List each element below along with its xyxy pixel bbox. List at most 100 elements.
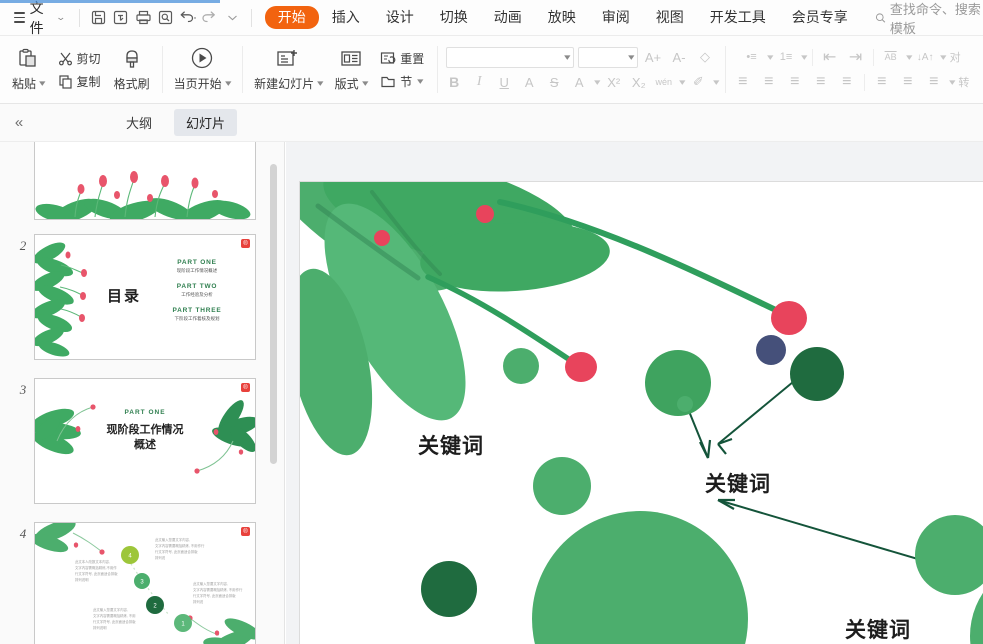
- numbering-icon[interactable]: 1≡: [774, 47, 798, 68]
- slide-artwork: [300, 182, 983, 644]
- menu-divider: [79, 8, 80, 27]
- copy-button[interactable]: 复制: [53, 71, 106, 92]
- increase-indent-icon[interactable]: ⇥: [844, 47, 868, 68]
- justify-icon[interactable]: ≡: [809, 72, 833, 93]
- superscript-icon[interactable]: X²: [603, 72, 625, 93]
- align-left-icon[interactable]: ≡: [731, 72, 755, 93]
- start-from-current-button[interactable]: 当页开始 ▾: [168, 44, 237, 95]
- slide-thumbnail-body[interactable]: ®: [34, 378, 256, 504]
- chevron-down-icon[interactable]: ▾: [906, 52, 912, 63]
- tab-transition[interactable]: 切换: [427, 6, 481, 29]
- copy-label: 复制: [76, 74, 101, 89]
- paste-button[interactable]: 粘贴 ▾: [6, 44, 51, 95]
- tab-start[interactable]: 开始: [264, 6, 319, 29]
- phonetic-guide-icon[interactable]: wén: [653, 72, 675, 93]
- search-box[interactable]: 查找命令、搜索模板: [875, 0, 983, 37]
- distribute-icon[interactable]: ≡: [835, 72, 859, 93]
- tab-slideshow[interactable]: 放映: [535, 6, 589, 29]
- bullets-icon[interactable]: •≡: [740, 47, 764, 68]
- menu-bar: 文件 ⌄ 开始 插入 设计 切换 动画 放映 审阅 视图 开发工具 会员专享 查…: [0, 0, 983, 36]
- clear-format-icon[interactable]: ◇: [694, 47, 716, 68]
- slide-thumbnail-2[interactable]: 2 ® 目录 PART ONE 现阶段工作情况概述 PART TWO 工作经验及…: [12, 234, 280, 360]
- chevron-down-icon[interactable]: ▾: [713, 77, 719, 88]
- chevron-down-icon[interactable]: ▾: [594, 77, 600, 88]
- convert-to-smartart-label[interactable]: 转: [956, 72, 971, 93]
- reset-button[interactable]: 重置: [375, 48, 429, 69]
- chevron-down-icon[interactable]: ▾: [801, 52, 807, 63]
- grow-font-icon[interactable]: A+: [642, 47, 664, 68]
- slide-thumbnail-3[interactable]: 3 ® PART ONE 现阶段工作情况 概述: [12, 378, 280, 504]
- chevron-down-icon[interactable]: ▾: [949, 77, 955, 88]
- tab-outline[interactable]: 大纲: [114, 109, 164, 136]
- svg-text:排列说明: 排列说明: [93, 625, 107, 630]
- strikethrough-icon[interactable]: S: [543, 72, 565, 93]
- keyword-label-1[interactable]: 关键词: [418, 430, 484, 460]
- tab-view[interactable]: 视图: [643, 6, 697, 29]
- save-icon[interactable]: [87, 5, 109, 31]
- tab-member-exclusive[interactable]: 会员专享: [779, 6, 861, 29]
- print-icon[interactable]: [132, 5, 154, 31]
- print-preview-icon[interactable]: [154, 5, 176, 31]
- line-spacing-icon[interactable]: ≡: [922, 72, 946, 93]
- redo-icon[interactable]: [199, 5, 221, 31]
- cut-button[interactable]: 剪切: [53, 48, 106, 69]
- align-shapes-label[interactable]: 对: [948, 47, 963, 68]
- slide-thumbnail-1[interactable]: 1: [12, 142, 280, 220]
- text-direction-icon[interactable]: AB: [879, 47, 903, 68]
- chevron-down-icon[interactable]: ▾: [679, 77, 685, 88]
- svg-text:此文输入您要文字内容,: 此文输入您要文字内容,: [155, 537, 190, 542]
- highlight-icon[interactable]: ✐: [687, 72, 709, 93]
- leaf-cluster-top-left: [300, 182, 610, 456]
- chevron-down-icon[interactable]: ▾: [940, 52, 946, 63]
- collapse-panel-button[interactable]: «: [4, 108, 34, 138]
- hamburger-icon: [14, 9, 25, 26]
- tab-design[interactable]: 设计: [373, 6, 427, 29]
- undo-icon[interactable]: [177, 5, 199, 31]
- save-as-cloud-icon[interactable]: [109, 5, 131, 31]
- tab-slides[interactable]: 幻灯片: [173, 109, 237, 136]
- keyword-label-3[interactable]: 关键词: [845, 614, 911, 644]
- ribbon-group-paragraph: •≡ ▾ 1≡ ▾ ⇤ ⇥ AB ▾ ↓A↑ ▾ 对 ≡ ≡ ≡ ≡ ≡ ≡ ≡…: [724, 36, 978, 103]
- format-painter-button[interactable]: 格式刷: [108, 44, 156, 95]
- customize-chevron-icon[interactable]: [222, 5, 244, 31]
- align-text-icon[interactable]: ↓A↑: [913, 47, 937, 68]
- decrease-indent-icon[interactable]: ⇤: [818, 47, 842, 68]
- layout-button[interactable]: 版式 ▾: [329, 44, 374, 95]
- slide-panel-scrollbar-track[interactable]: [269, 142, 278, 644]
- italic-icon[interactable]: I: [468, 72, 490, 93]
- line-spacing-increase-icon[interactable]: ≡: [896, 72, 920, 93]
- line-spacing-decrease-icon[interactable]: ≡: [870, 72, 894, 93]
- slide-thumbnail-body[interactable]: ®: [34, 234, 256, 360]
- current-slide[interactable]: 关键词 关键词 关键词 极光下载站 www.xz7.com: [299, 181, 983, 644]
- shrink-font-icon[interactable]: A-: [668, 47, 690, 68]
- font-size-select[interactable]: ▾: [578, 46, 639, 68]
- chevron-down-icon[interactable]: ▾: [767, 52, 773, 63]
- bold-icon[interactable]: B: [443, 72, 465, 93]
- slide-thumbnail-body[interactable]: Fresh Style Template, Click or Change An…: [34, 142, 256, 220]
- file-menu-button[interactable]: 文件 ⌄: [0, 0, 72, 36]
- tab-developer-tools[interactable]: 开发工具: [697, 6, 779, 29]
- section-button[interactable]: 节 ▾: [375, 71, 429, 92]
- chevron-down-icon: ▾: [39, 78, 46, 88]
- slide-thumbnail-body[interactable]: ®: [34, 522, 256, 644]
- align-center-icon[interactable]: ≡: [757, 72, 781, 93]
- tab-review[interactable]: 审阅: [589, 6, 643, 29]
- font-name-select[interactable]: ▾: [446, 46, 575, 68]
- keyword-label-2[interactable]: 关键词: [705, 468, 771, 498]
- tab-animation[interactable]: 动画: [481, 6, 535, 29]
- subscript-icon[interactable]: X₂: [628, 72, 650, 93]
- svg-text:文字内容需要概括精炼, 不用作行: 文字内容需要概括精炼, 不用作行: [193, 587, 243, 592]
- bubble-nodes: [421, 335, 983, 644]
- font-color-icon[interactable]: A: [568, 72, 590, 93]
- tab-insert[interactable]: 插入: [319, 6, 373, 29]
- character-border-icon[interactable]: A: [518, 72, 540, 93]
- slide-editing-canvas[interactable]: 关键词 关键词 关键词 极光下载站 www.xz7.com 不击余: [286, 142, 983, 644]
- slide-thumbnail-4[interactable]: 4 ® 4 3 2 1 此文本人改数文本内容, 文字内容需概括精炼,不用作 行文…: [12, 522, 280, 644]
- slide-panel-scrollbar[interactable]: [270, 164, 277, 464]
- window-accent-line: [0, 0, 220, 3]
- underline-icon[interactable]: U: [493, 72, 515, 93]
- divider: [811, 48, 813, 66]
- align-right-icon[interactable]: ≡: [783, 72, 807, 93]
- slide-thumbnail-panel[interactable]: 1: [0, 142, 285, 644]
- new-slide-button[interactable]: 新建幻灯片 ▾: [248, 44, 329, 95]
